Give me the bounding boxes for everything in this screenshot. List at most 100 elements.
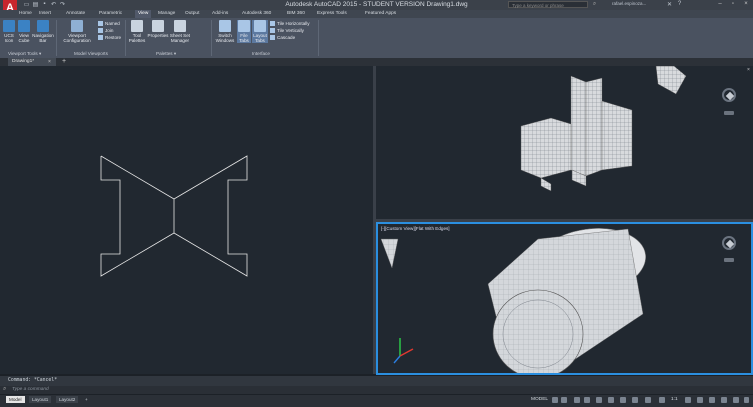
view-cube-button[interactable]: View Cube [17, 20, 31, 43]
ucs-icon-label: UCS Icon [4, 33, 14, 43]
tab-featured-apps[interactable]: Featured Apps [362, 10, 399, 18]
annotation-scale-label[interactable]: 1:1 [671, 397, 678, 402]
iso-wireframe-drawing [520, 66, 687, 192]
properties-label: Properties [147, 33, 169, 38]
ucs-icon-button[interactable]: UCS Icon [2, 20, 16, 43]
isolate-objects-icon[interactable] [709, 397, 715, 403]
navigation-bar-button[interactable]: Navigation Bar [32, 20, 54, 43]
tab-view[interactable]: View [135, 10, 152, 18]
cascade-button[interactable]: Cascade [270, 34, 310, 41]
viewport-close-icon[interactable]: × [747, 67, 750, 73]
minimize-icon[interactable]: – [714, 0, 726, 9]
panel-label-viewport-tools[interactable]: Viewport Tools ▾ [8, 50, 41, 57]
viewport-configuration-icon [71, 20, 83, 32]
tab-parametric[interactable]: Parametric [96, 10, 125, 18]
viewcube-icon[interactable] [722, 88, 736, 102]
command-search-icon[interactable]: ⌕ [3, 386, 6, 393]
tab-annotate[interactable]: Annotate [63, 10, 88, 18]
annotation-monitor-icon[interactable] [697, 397, 703, 403]
sheet-set-manager-label: Sheet Set Manager [169, 33, 191, 43]
panel-label-palettes[interactable]: Palettes ▾ [156, 50, 176, 57]
tile-vertically-button[interactable]: Tile Vertically [270, 27, 310, 34]
file-tabs-button[interactable]: File Tabs [237, 20, 251, 43]
panel-label-model-viewports: Model Viewports [74, 51, 108, 56]
layout-tab-layout2[interactable]: Layout2 [56, 396, 79, 403]
tab-insert[interactable]: Insert [36, 10, 54, 18]
file-tabs-label: File Tabs [239, 33, 249, 43]
layout-tab-layout1[interactable]: Layout1 [29, 396, 52, 403]
sheet-set-manager-button[interactable]: Sheet Set Manager [169, 20, 191, 43]
tab-express-tools[interactable]: Express Tools [314, 10, 350, 18]
switch-windows-label: Switch Windows [215, 33, 235, 43]
hardware-acceleration-icon[interactable] [721, 397, 727, 403]
tab-home[interactable]: Home [16, 10, 35, 18]
help-icon[interactable]: ? [675, 1, 684, 9]
polar-icon[interactable] [584, 397, 590, 403]
named-icon [98, 21, 103, 26]
lineweight-icon[interactable] [620, 397, 626, 403]
tab-manage[interactable]: Manage [155, 10, 178, 18]
properties-button[interactable]: Properties [147, 20, 169, 38]
maximize-icon[interactable]: ▫ [727, 0, 739, 9]
viewport-bottom-right-active[interactable]: [-][Custom View][Flat With Edges] [376, 222, 753, 375]
model-space-label[interactable]: MODEL [531, 397, 548, 402]
new-file-icon[interactable]: ▭ [22, 1, 31, 9]
sheet-set-manager-icon [174, 20, 186, 32]
transparency-icon[interactable] [632, 397, 638, 403]
save-icon[interactable]: ▪ [40, 1, 49, 9]
tile-vertically-icon [270, 28, 275, 33]
snap-icon[interactable] [561, 397, 567, 403]
redo-icon[interactable]: ↷ [58, 1, 67, 9]
new-file-tab-icon[interactable]: + [60, 58, 68, 66]
tool-palettes-button[interactable]: Tool Palettes [128, 20, 146, 43]
selection-cycling-icon[interactable] [645, 397, 651, 403]
3d-pulley-drawing [380, 228, 646, 373]
view-cube-label: View Cube [18, 33, 30, 43]
clean-screen-icon[interactable] [733, 397, 739, 403]
layout-tabs-icon [254, 20, 266, 32]
viewcube-face [725, 91, 735, 101]
otrack-icon[interactable] [608, 397, 614, 403]
grid-icon[interactable] [552, 397, 558, 403]
workspace-gear-icon[interactable] [685, 397, 691, 403]
undo-icon[interactable]: ↶ [49, 1, 58, 9]
exchange-icon[interactable]: ✕ [665, 1, 674, 9]
viewport-top-right[interactable]: × [376, 66, 753, 219]
named-viewports-button[interactable]: Named [98, 20, 121, 27]
layout-tabs-button[interactable]: Layout Tabs [252, 20, 268, 43]
restore-viewports-button[interactable]: Restore [98, 34, 121, 41]
viewport-configuration-button[interactable]: Viewport Configuration [60, 20, 94, 43]
annotation-visibility-icon[interactable] [659, 397, 665, 403]
user-account[interactable]: rafael.espinoza... [612, 1, 646, 6]
ribbon-separator [318, 20, 319, 56]
search-icon[interactable]: ⌕ [590, 1, 599, 9]
tab-autodesk-360[interactable]: Autodesk 360 [239, 10, 274, 18]
viewcube-icon[interactable] [722, 236, 736, 250]
search-input[interactable]: Type a keyword or phrase [508, 1, 588, 8]
command-line-input[interactable] [0, 386, 753, 394]
join-viewports-button[interactable]: Join [98, 27, 121, 34]
tab-output[interactable]: Output [182, 10, 202, 18]
join-label: Join [105, 28, 114, 33]
layout-tab-model[interactable]: Model [6, 396, 25, 403]
add-layout-icon[interactable]: + [82, 396, 91, 403]
close-window-icon[interactable]: × [740, 0, 752, 9]
ortho-icon[interactable] [574, 397, 580, 403]
status-bar [0, 395, 753, 407]
viewcube-face [725, 239, 735, 249]
viewport-left[interactable] [0, 66, 373, 374]
navigation-bar-mini[interactable] [724, 258, 734, 262]
view-cube-icon [18, 20, 30, 32]
switch-windows-button[interactable]: Switch Windows [214, 20, 236, 43]
tile-horizontally-button[interactable]: Tile Horizontally [270, 20, 310, 27]
open-file-icon[interactable]: ▤ [31, 1, 40, 9]
navigation-bar-mini[interactable] [724, 111, 734, 115]
file-tab-close-icon[interactable]: × [48, 58, 51, 66]
ribbon-separator [211, 20, 212, 56]
customization-menu-icon[interactable] [744, 397, 749, 403]
osnap-icon[interactable] [596, 397, 602, 403]
join-icon [98, 28, 103, 33]
tool-palettes-icon [131, 20, 143, 32]
tab-add-ins[interactable]: Add-ins [209, 10, 231, 18]
tab-bim-360[interactable]: BIM 360 [284, 10, 308, 18]
